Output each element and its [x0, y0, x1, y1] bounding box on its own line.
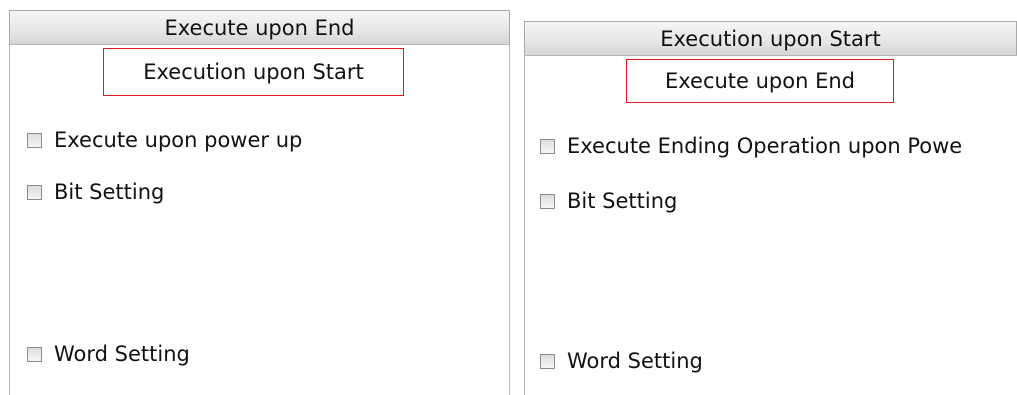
word-setting-label: Word Setting	[567, 349, 703, 373]
bit-setting-option[interactable]: Bit Setting	[540, 189, 677, 213]
left-settings-panel: Execute upon End Execution upon Start Ex…	[0, 0, 515, 395]
tab-content-area	[524, 55, 1017, 395]
bit-setting-checkbox[interactable]	[540, 193, 555, 209]
bit-setting-checkbox[interactable]	[27, 184, 42, 200]
bit-setting-label: Bit Setting	[567, 189, 678, 213]
tab-execute-upon-end[interactable]: Execute upon End	[9, 10, 510, 44]
section-title: Execution upon Start	[143, 60, 364, 84]
power-up-label: Execute upon power up	[54, 128, 303, 152]
tab-label: Execute upon End	[164, 15, 355, 40]
right-settings-panel: Execution upon Start Execute upon End Ex…	[520, 0, 1017, 395]
execute-ending-operation-on-power-option[interactable]: Execute Ending Operation upon Powe	[540, 134, 962, 158]
power-up-checkbox[interactable]	[27, 132, 42, 148]
highlighted-section-title: Execution upon Start	[103, 48, 404, 96]
execute-on-power-up-option[interactable]: Execute upon power up	[27, 128, 302, 152]
tab-label: Execution upon Start	[660, 26, 881, 51]
bit-setting-label: Bit Setting	[54, 180, 165, 204]
word-setting-option[interactable]: Word Setting	[27, 342, 190, 366]
word-setting-option[interactable]: Word Setting	[540, 349, 703, 373]
highlighted-section-title: Execute upon End	[626, 59, 894, 103]
word-setting-checkbox[interactable]	[540, 353, 555, 369]
tab-execution-upon-start[interactable]: Execution upon Start	[524, 21, 1017, 55]
section-title: Execute upon End	[664, 69, 856, 93]
word-setting-checkbox[interactable]	[27, 346, 42, 362]
power-ending-checkbox[interactable]	[540, 138, 555, 154]
word-setting-label: Word Setting	[54, 342, 190, 366]
bit-setting-option[interactable]: Bit Setting	[27, 180, 164, 204]
power-ending-label: Execute Ending Operation upon Powe	[567, 134, 963, 158]
